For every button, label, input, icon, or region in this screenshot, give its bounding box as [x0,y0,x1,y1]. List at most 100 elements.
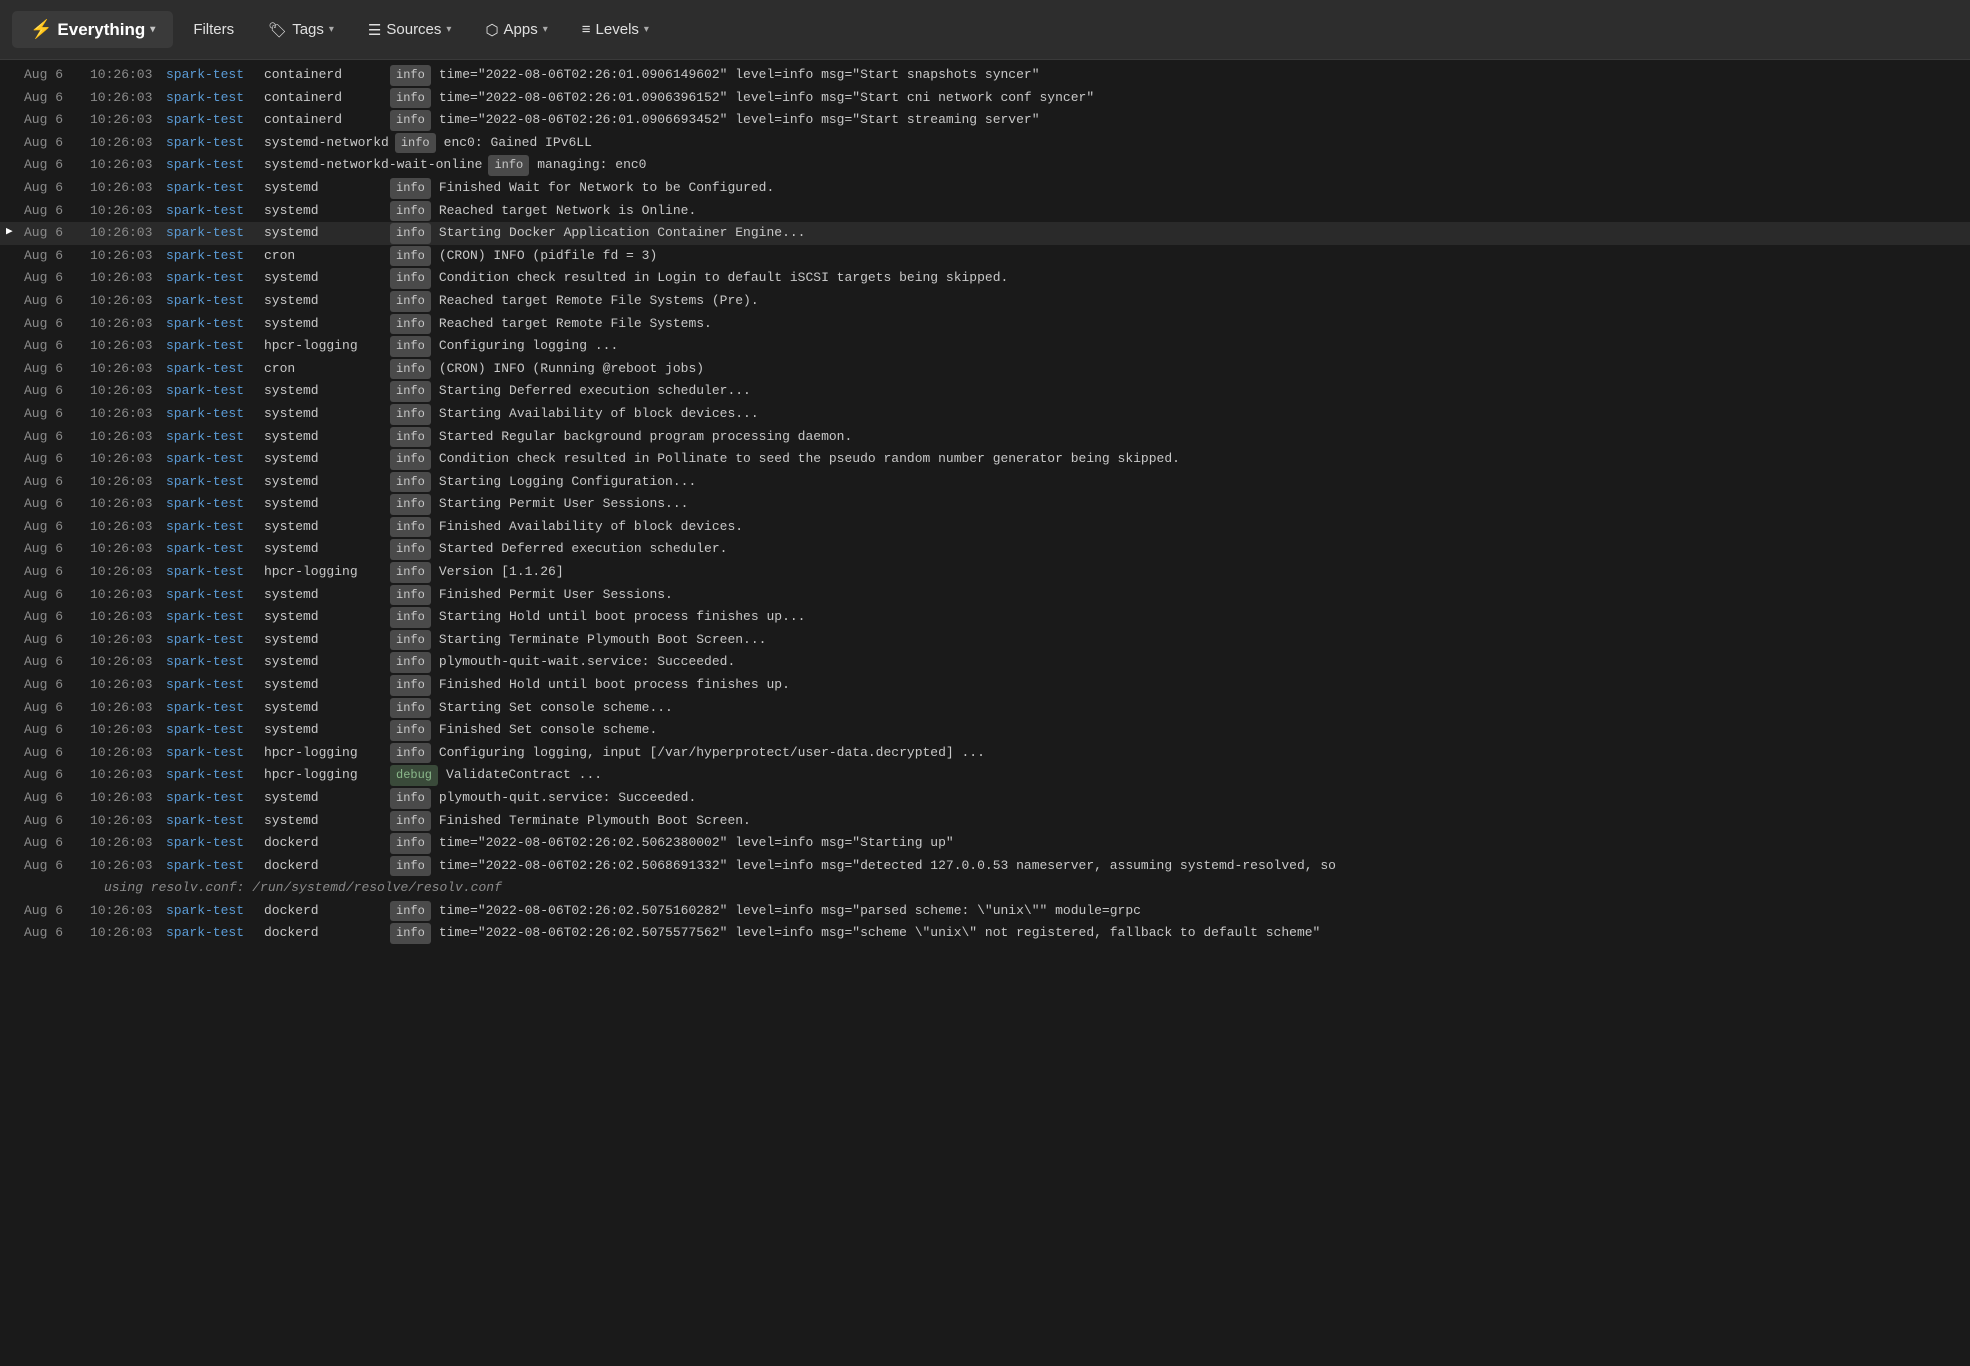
log-service: hpcr-logging [264,336,384,356]
log-level-badge: debug [390,765,438,786]
log-level-badge: info [390,517,431,538]
log-host: spark-test [166,155,256,175]
table-row[interactable]: Aug 610:26:03spark-testsystemdinfoFinish… [0,177,1970,200]
table-row[interactable]: ▶Aug 610:26:03spark-testsystemdinfoStart… [0,222,1970,245]
table-row[interactable]: Aug 610:26:03spark-testsystemdinfoFinish… [0,674,1970,697]
log-host: spark-test [166,743,256,763]
log-service: systemd [264,201,384,221]
log-time: 10:26:03 [90,856,158,876]
log-service: systemd [264,472,384,492]
table-row[interactable]: Aug 610:26:03spark-testhpcr-loggingdebug… [0,764,1970,787]
table-row[interactable]: Aug 610:26:03spark-testdockerdinfotime="… [0,900,1970,923]
log-level-badge: info [390,856,431,877]
table-row[interactable]: Aug 610:26:03spark-testsystemd-networkd-… [0,154,1970,177]
table-row[interactable]: Aug 610:26:03spark-testsystemdinfoStarti… [0,493,1970,516]
sources-button[interactable]: ☰ Sources ▾ [354,15,466,45]
log-date: Aug 6 [24,630,84,650]
log-host: spark-test [166,856,256,876]
log-date: Aug 6 [24,223,84,243]
table-row[interactable]: Aug 610:26:03spark-testsystemd-networkdi… [0,132,1970,155]
table-row[interactable]: Aug 610:26:03spark-testcontainerdinfotim… [0,64,1970,87]
log-level-badge: info [390,201,431,222]
log-service: systemd [264,178,384,198]
log-level-badge: info [488,155,529,176]
table-row[interactable]: Aug 610:26:03spark-testsystemdinfoStarte… [0,538,1970,561]
log-host: spark-test [166,833,256,853]
table-row[interactable]: Aug 610:26:03spark-testsystemdinfoFinish… [0,719,1970,742]
tags-button[interactable]: 🏷 Tags ▾ [254,15,348,45]
levels-chevron-icon: ▾ [644,24,649,35]
log-host: spark-test [166,630,256,650]
log-host: spark-test [166,607,256,627]
log-message: Finished Hold until boot process finishe… [439,675,790,695]
log-level-badge: info [390,811,431,832]
table-row[interactable]: Aug 610:26:03spark-testsystemdinfoCondit… [0,448,1970,471]
log-host: spark-test [166,178,256,198]
log-message: Reached target Remote File Systems. [439,314,712,334]
table-row[interactable]: Aug 610:26:03spark-testcroninfo(CRON) IN… [0,245,1970,268]
log-date: Aug 6 [24,562,84,582]
log-time: 10:26:03 [90,765,158,785]
table-row[interactable]: Aug 610:26:03spark-testsystemdinfoStarti… [0,697,1970,720]
table-row[interactable]: Aug 610:26:03spark-testsystemdinfoFinish… [0,516,1970,539]
table-row[interactable]: Aug 610:26:03spark-testsystemdinfoReache… [0,313,1970,336]
table-row[interactable]: Aug 610:26:03spark-testdockerdinfotime="… [0,855,1970,878]
table-row[interactable]: Aug 610:26:03spark-testsystemdinfoStarti… [0,629,1970,652]
log-host: spark-test [166,765,256,785]
filters-button[interactable]: Filters [179,15,248,44]
apps-button[interactable]: ⬡ Apps ▾ [471,15,561,45]
table-row[interactable]: using resolv.conf: /run/systemd/resolve/… [0,877,1970,899]
log-message: Starting Deferred execution scheduler... [439,381,751,401]
log-container[interactable]: Aug 610:26:03spark-testcontainerdinfotim… [0,60,1970,1366]
log-service: systemd-networkd-wait-online [264,155,482,175]
log-time: 10:26:03 [90,472,158,492]
table-row[interactable]: Aug 610:26:03spark-testsystemdinfoReache… [0,200,1970,223]
log-level-badge: info [390,404,431,425]
log-level-badge: info [390,539,431,560]
log-host: spark-test [166,133,256,153]
table-row[interactable]: Aug 610:26:03spark-testsystemdinfoStarti… [0,403,1970,426]
table-row[interactable]: Aug 610:26:03spark-testhpcr-logginginfoC… [0,335,1970,358]
log-date: Aug 6 [24,675,84,695]
everything-button[interactable]: ⚡ Everything ▾ [12,11,173,48]
table-row[interactable]: Aug 610:26:03spark-testcontainerdinfotim… [0,109,1970,132]
log-service: systemd [264,652,384,672]
levels-button[interactable]: ≡ Levels ▾ [568,15,663,44]
log-service: systemd [264,494,384,514]
log-date: Aug 6 [24,811,84,831]
table-row[interactable]: Aug 610:26:03spark-testsystemdinfoplymou… [0,651,1970,674]
log-message: Condition check resulted in Pollinate to… [439,449,1180,469]
table-row[interactable]: Aug 610:26:03spark-testsystemdinfoReache… [0,290,1970,313]
table-row[interactable]: Aug 610:26:03spark-testdockerdinfotime="… [0,832,1970,855]
log-time: 10:26:03 [90,359,158,379]
log-level-badge: info [390,652,431,673]
table-row[interactable]: Aug 610:26:03spark-testsystemdinfoStarti… [0,606,1970,629]
log-service: systemd [264,404,384,424]
table-row[interactable]: Aug 610:26:03spark-testsystemdinfoFinish… [0,810,1970,833]
table-row[interactable]: Aug 610:26:03spark-testsystemdinfoStarti… [0,380,1970,403]
log-date: Aug 6 [24,359,84,379]
table-row[interactable]: Aug 610:26:03spark-testsystemdinfoFinish… [0,584,1970,607]
log-host: spark-test [166,201,256,221]
log-level-badge: info [390,291,431,312]
table-row[interactable]: Aug 610:26:03spark-testcontainerdinfotim… [0,87,1970,110]
table-row[interactable]: Aug 610:26:03spark-testsystemdinfoStarti… [0,471,1970,494]
log-time: 10:26:03 [90,720,158,740]
table-row[interactable]: Aug 610:26:03spark-testhpcr-logginginfoV… [0,561,1970,584]
table-row[interactable]: Aug 610:26:03spark-testhpcr-logginginfoC… [0,742,1970,765]
table-row[interactable]: Aug 610:26:03spark-testsystemdinfoCondit… [0,267,1970,290]
log-date: Aug 6 [24,268,84,288]
log-date: Aug 6 [24,698,84,718]
table-row[interactable]: Aug 610:26:03spark-testsystemdinfoStarte… [0,426,1970,449]
log-date: Aug 6 [24,539,84,559]
log-service: systemd [264,539,384,559]
log-time: 10:26:03 [90,539,158,559]
log-level-badge: info [390,427,431,448]
table-row[interactable]: Aug 610:26:03spark-testcroninfo(CRON) IN… [0,358,1970,381]
table-row[interactable]: Aug 610:26:03spark-testsystemdinfoplymou… [0,787,1970,810]
log-time: 10:26:03 [90,336,158,356]
table-row[interactable]: Aug 610:26:03spark-testdockerdinfotime="… [0,922,1970,945]
log-service: systemd-networkd [264,133,389,153]
log-service: systemd [264,698,384,718]
log-message: time="2022-08-06T02:26:02.5068691332" le… [439,856,1336,876]
